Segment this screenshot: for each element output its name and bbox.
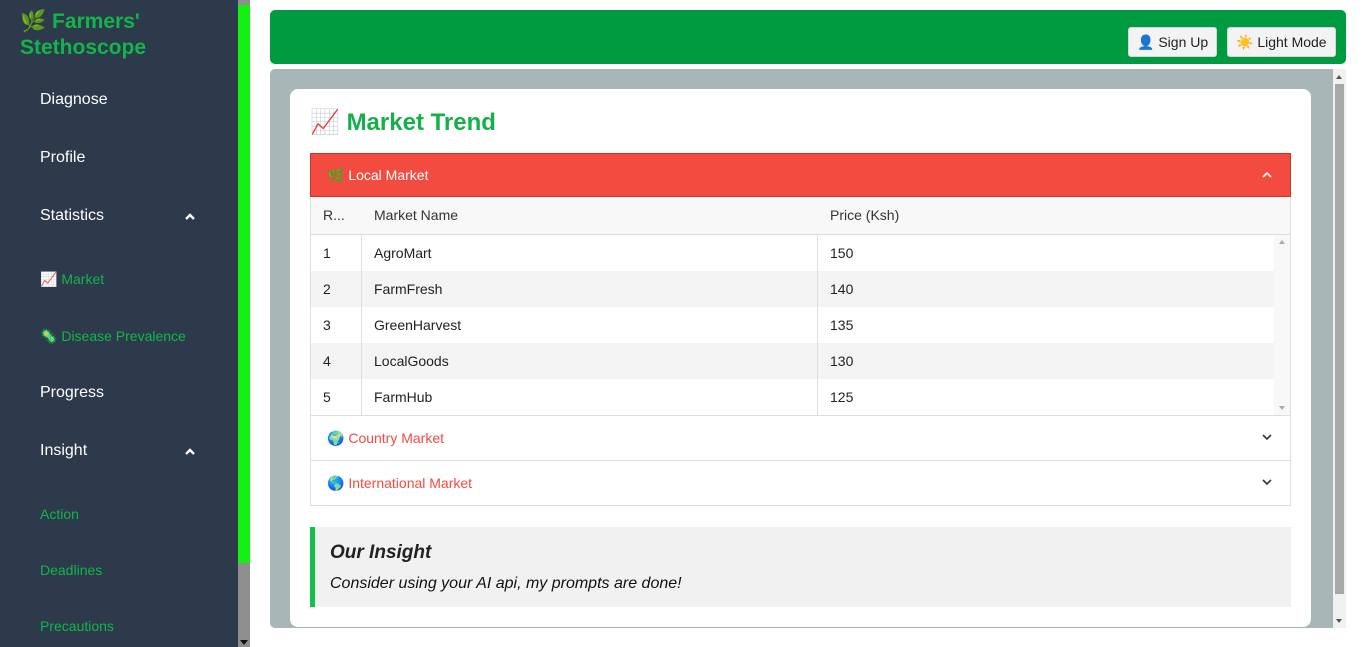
chevron-down-icon [1262,434,1272,441]
accordion-label: Local Market [348,167,429,183]
leaf-icon: 🌿 [327,167,345,183]
chart-up-icon: 📈 [40,271,58,287]
cell-price: 140 [830,281,854,297]
table-header-spacer [1274,197,1290,235]
table-row[interactable]: 3 GreenHarvest 135 [311,307,1274,343]
table-row[interactable]: 2 FarmFresh 140 [311,271,1274,307]
table-row[interactable]: 4 LocalGoods 130 [311,343,1274,379]
leaf-icon: 🌿 [20,10,47,33]
sidebar-item-progress[interactable]: Progress [40,381,104,405]
scroll-up-arrow-icon[interactable] [1336,75,1342,79]
insight-title: Our Insight [330,542,432,563]
sign-up-label: Sign Up [1158,34,1209,50]
sign-up-button[interactable]: 👤 Sign Up [1128,27,1217,57]
page-title-text: Market Trend [346,109,496,136]
accordion-label: International Market [348,475,473,491]
table-row[interactable]: 1 AgroMart 150 [311,235,1274,271]
sidebar-subitem-precautions[interactable]: Precautions [40,616,114,636]
column-header-price[interactable]: Price (Ksh) [818,197,1275,235]
cell-rank: 3 [311,307,362,343]
sidebar-subitem-label: Market [61,271,105,287]
table-row[interactable]: 5 FarmHub 125 [311,379,1274,415]
cell-rank: 2 [311,271,362,307]
sun-icon: ☀️ [1236,34,1254,50]
cell-market-name: FarmFresh [362,271,818,307]
user-icon: 👤 [1137,34,1155,50]
cell-market-name: FarmHub [362,379,818,415]
sidebar-item-statistics[interactable]: Statistics [40,204,104,228]
sidebar-scrollbar[interactable] [238,0,250,647]
light-mode-button[interactable]: ☀️ Light Mode [1227,27,1336,57]
sidebar-item-profile[interactable]: Profile [40,146,85,170]
column-header-market-name[interactable]: Market Name [362,197,819,235]
accordion-label: Country Market [348,430,445,446]
cell-rank: 5 [311,379,362,415]
scroll-up-arrow-icon[interactable] [1279,240,1285,244]
cell-market-name: AgroMart [362,235,818,271]
sidebar-item-insight[interactable]: Insight [40,439,87,463]
globe-africa-icon: 🌍 [327,430,345,446]
table-scrollbar[interactable] [1274,235,1290,415]
market-trend-card: 📈 Market Trend 🌿 Local Market R... Marke… [290,89,1311,627]
local-market-table: R... Market Name Price (Ksh) 1 AgroMart … [310,197,1291,416]
cell-rank: 1 [311,235,362,271]
chevron-up-icon [1262,171,1272,178]
sidebar-subitem-disease-prevalence[interactable]: 🦠 Disease Prevalence [40,326,186,346]
sidebar-subitem-action[interactable]: Action [40,504,79,524]
top-bar: 👤 Sign Up ☀️ Light Mode [270,10,1346,64]
brand-logo[interactable]: 🌿 Farmers' Stethoscope [20,9,230,61]
cell-price: 125 [830,389,854,405]
column-header-rank[interactable]: R... [311,197,363,235]
scroll-down-arrow-icon[interactable] [1336,619,1342,623]
sidebar-subitem-label: Disease Prevalence [61,328,186,344]
insight-callout: Our Insight Consider using your AI api, … [310,527,1291,607]
brand-name-line1: Farmers' [52,10,140,33]
sidebar-subitem-deadlines[interactable]: Deadlines [40,560,102,580]
cell-price: 135 [830,317,854,333]
main-scrollbar[interactable] [1333,69,1346,628]
microbe-icon: 🦠 [40,328,58,344]
main-scrollbar-thumb[interactable] [1335,84,1344,594]
cell-price: 150 [830,245,854,261]
globe-americas-icon: 🌎 [327,475,345,491]
scroll-down-arrow-icon[interactable] [1279,406,1285,410]
sidebar-item-diagnose[interactable]: Diagnose [40,88,108,112]
accordion-international-market[interactable]: 🌎 International Market [310,460,1291,506]
sidebar-scrollbar-thumb[interactable] [238,5,250,563]
page-title: 📈 Market Trend [310,108,496,138]
accordion-country-market[interactable]: 🌍 Country Market [310,415,1291,461]
cell-market-name: GreenHarvest [362,307,818,343]
insight-text: Consider using your AI api, my prompts a… [330,575,682,592]
cell-rank: 4 [311,343,362,379]
brand-name-line2: Stethoscope [20,36,147,59]
chevron-down-icon [1262,479,1272,486]
chevron-up-icon[interactable] [184,211,196,223]
chart-up-icon: 📈 [310,109,340,136]
chevron-up-icon[interactable] [184,446,196,458]
sidebar: 🌿 Farmers' Stethoscope Diagnose Profile … [0,0,238,647]
light-mode-label: Light Mode [1257,34,1327,50]
cell-price: 130 [830,353,854,369]
cell-market-name: LocalGoods [362,343,818,379]
scroll-down-arrow-icon[interactable] [240,640,248,645]
accordion-local-market[interactable]: 🌿 Local Market [310,153,1291,197]
sidebar-subitem-market[interactable]: 📈 Market [40,269,104,289]
